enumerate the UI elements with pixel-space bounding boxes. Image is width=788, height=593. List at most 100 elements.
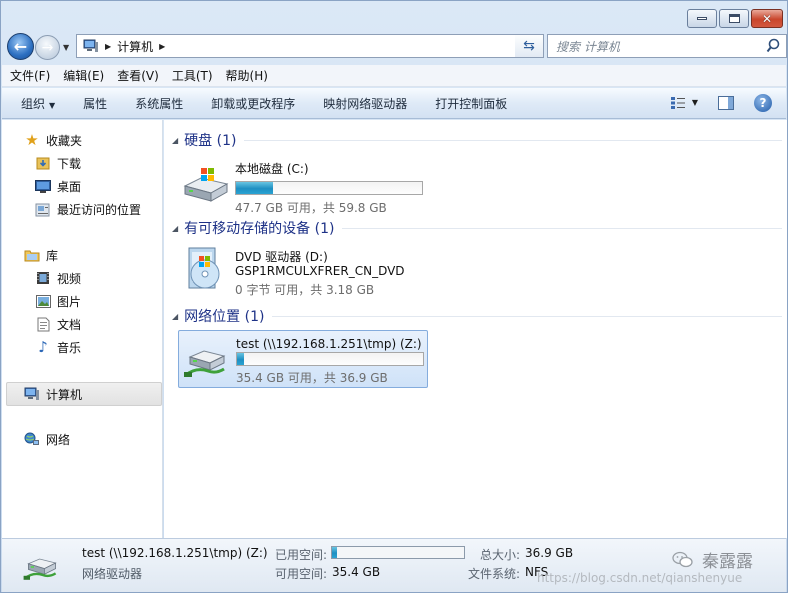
nav-computer[interactable]: 计算机 [24,385,82,403]
breadcrumb-separator-icon[interactable]: ▶ [159,42,165,51]
nav-downloads-label: 下载 [57,156,82,171]
menu-help[interactable]: 帮助(H) [226,67,268,84]
watermark-author-name: 秦露露 [702,552,753,572]
drive-volume-label: GSP1RMCULXFRER_CN_DVD [235,264,405,278]
preview-pane-icon[interactable] [718,96,734,110]
group-title: 网络位置 (1) [184,309,265,325]
nav-desktop-label: 桌面 [57,179,82,194]
back-arrow-icon: ← [13,37,28,56]
drive-tile-c[interactable]: 本地磁盘 (C:) 47.7 GB 可用，共 59.8 GB [178,154,428,215]
nav-videos-label: 视频 [57,271,82,286]
nav-videos[interactable]: 视频 [35,269,81,287]
group-divider [244,139,782,141]
close-button[interactable]: ✕ [751,9,783,28]
command-bar: 组织 ▼ 属性 系统属性 卸载或更改程序 映射网络驱动器 打开控制面板 ▼ ? [2,88,786,119]
search-box[interactable]: 搜索 计算机 [547,34,787,58]
breadcrumb-separator-icon[interactable]: ▶ [105,42,111,51]
drive-tile-d[interactable]: DVD 驱动器 (D:) GSP1RMCULXFRER_CN_DVD 0 字节 … [178,242,428,300]
nav-recent-places[interactable]: 最近访问的位置 [35,200,141,218]
recent-pages-dropdown[interactable]: ▼ [63,43,69,52]
view-options-dropdown[interactable]: ▼ [692,98,698,107]
properties-button[interactable]: 属性 [83,95,107,112]
group-removable-storage[interactable]: ◢ 有可移动存储的设备 (1) [172,218,782,238]
organize-button[interactable]: 组织 ▼ [21,95,55,112]
explorer-window: ✕ ← → ▼ ▶ 计算机 ▶ ▼ ⇆ 搜索 计算机 文 [0,0,788,593]
nav-downloads[interactable]: 下载 [35,154,81,172]
map-network-drive-button[interactable]: 映射网络驱动器 [323,95,407,112]
menu-file[interactable]: 文件(F) [10,67,50,84]
collapse-triangle-icon[interactable]: ◢ [172,136,178,145]
nav-libraries[interactable]: 库 [24,246,58,264]
search-placeholder: 搜索 计算机 [556,39,620,54]
change-view-icon[interactable] [670,96,686,110]
caption-buttons: ✕ [687,9,783,28]
close-icon: ✕ [761,11,773,26]
navigation-pane: ★ 收藏夹 下载 桌面 最近访问的位置 库 视频 图片 文档 ♪ 音乐 计算机 … [2,120,163,538]
group-divider [272,315,782,317]
help-icon[interactable]: ? [754,94,772,112]
refresh-icon: ⇆ [523,38,535,54]
network-drive-icon [184,350,226,377]
downloads-folder-icon [35,155,51,171]
back-button[interactable]: ← [7,33,34,60]
drive-usage-bar [236,352,424,366]
collapse-triangle-icon[interactable]: ◢ [172,224,178,233]
menu-edit[interactable]: 编辑(E) [63,67,104,84]
menu-bar: 文件(F) 编辑(E) 查看(V) 工具(T) 帮助(H) [2,65,786,87]
collapse-triangle-icon[interactable]: ◢ [172,312,178,321]
chevron-down-icon: ▼ [49,100,56,110]
nav-pictures[interactable]: 图片 [35,292,81,310]
drive-free-space: 47.7 GB 可用，共 59.8 GB [235,201,387,215]
details-drive-type: 网络驱动器 [82,567,143,581]
nav-network[interactable]: 网络 [24,430,70,448]
menu-tools[interactable]: 工具(T) [172,67,213,84]
refresh-button[interactable]: ⇆ [515,34,544,58]
group-title: 硬盘 (1) [184,133,237,149]
group-network-locations[interactable]: ◢ 网络位置 (1) [172,306,782,326]
details-used-label: 已用空间: [275,548,328,562]
local-disk-icon [183,168,229,202]
drive-tile-z[interactable]: test (\\192.168.1.251\tmp) (Z:) 35.4 GB … [178,330,428,388]
group-hard-disks[interactable]: ◢ 硬盘 (1) [172,130,782,150]
menu-view[interactable]: 查看(V) [117,67,159,84]
maximize-button[interactable] [719,9,749,28]
drive-name: DVD 驱动器 (D:) [235,250,328,264]
address-bar[interactable]: ▶ 计算机 ▶ ▼ [76,34,544,58]
wechat-icon [672,551,693,567]
drive-free-space: 35.4 GB 可用，共 36.9 GB [236,371,388,385]
group-divider [342,227,782,229]
nav-music[interactable]: ♪ 音乐 [35,338,81,356]
details-usage-bar [331,546,465,559]
nav-documents[interactable]: 文档 [35,315,81,333]
minimize-icon [697,17,707,20]
forward-button[interactable]: → [35,35,60,60]
organize-label: 组织 [21,96,46,111]
nav-libraries-label: 库 [46,248,59,263]
open-control-panel-button[interactable]: 打开控制面板 [435,95,507,112]
nav-computer-label: 计算机 [46,387,83,402]
drive-free-space: 0 字节 可用，共 3.18 GB [235,283,375,297]
maximize-icon [728,14,740,23]
details-free-value: 35.4 GB [332,565,381,579]
drive-usage-bar [235,181,423,195]
minimize-button[interactable] [687,9,717,28]
details-free-label: 可用空间: [275,567,328,581]
uninstall-program-button[interactable]: 卸载或更改程序 [211,95,295,112]
watermark-url: https://blog.csdn.net/qianshenyue [537,571,743,585]
drive-name: test (\\192.168.1.251\tmp) (Z:) [236,337,422,351]
nav-favorites[interactable]: ★ 收藏夹 [24,131,82,149]
group-title: 有可移动存储的设备 (1) [184,221,335,237]
dvd-drive-icon [188,247,220,289]
recent-places-icon [35,201,51,217]
breadcrumb-computer[interactable]: 计算机 [117,38,153,55]
system-properties-button[interactable]: 系统属性 [135,95,183,112]
details-drive-name: test (\\192.168.1.251\tmp) (Z:) [82,546,268,560]
forward-arrow-icon: → [41,39,54,56]
star-icon: ★ [25,131,39,149]
libraries-icon [24,247,40,263]
nav-documents-label: 文档 [57,317,82,332]
nav-desktop[interactable]: 桌面 [35,177,81,195]
nav-pictures-label: 图片 [57,294,82,309]
picture-icon [35,293,51,309]
document-icon [35,316,51,332]
